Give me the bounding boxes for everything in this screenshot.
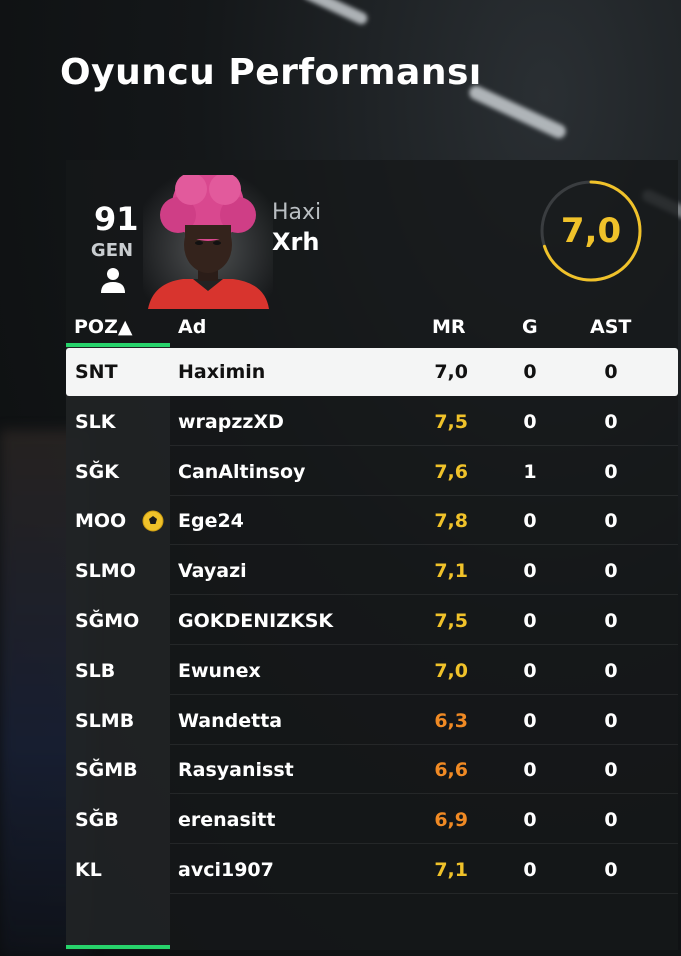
player-last-name: Xrh <box>272 228 320 256</box>
player-goals: 0 <box>523 659 537 682</box>
row-divider <box>170 444 678 446</box>
player-position: SLMB <box>75 709 135 732</box>
player-position: SĞK <box>75 460 120 483</box>
man-of-the-match-ball-icon <box>142 510 164 532</box>
player-name: Vayazi <box>178 560 247 583</box>
player-position: SLMO <box>75 560 136 583</box>
player-assists: 0 <box>604 709 618 732</box>
player-name: Haximin <box>178 361 266 383</box>
player-assists: 0 <box>604 610 618 632</box>
player-name: wrapzzXD <box>178 410 284 433</box>
player-match-rating: 7,6 <box>434 460 468 483</box>
table-row[interactable]: SLMO Vayazi 7,1 0 0 <box>66 547 678 596</box>
player-position: SLB <box>75 659 116 682</box>
page-title: Oyuncu Performansı <box>60 52 482 93</box>
player-position: SĞMO <box>75 610 140 632</box>
overall-rating: 91 <box>94 200 139 238</box>
player-goals: 0 <box>523 361 537 383</box>
player-avatar <box>143 175 273 309</box>
player-position: KL <box>75 859 102 881</box>
player-goals: 0 <box>523 510 537 533</box>
player-goals: 0 <box>523 809 537 832</box>
player-assists: 0 <box>604 460 618 483</box>
row-divider <box>170 644 678 645</box>
player-goals: 0 <box>523 610 537 632</box>
player-assists: 0 <box>604 560 618 583</box>
column-header-g[interactable]: G <box>522 316 538 338</box>
player-assists: 0 <box>604 659 618 682</box>
column-header-name[interactable]: Ad <box>178 316 206 338</box>
player-name: Ege24 <box>178 510 244 533</box>
player-name: erenasitt <box>178 809 276 832</box>
column-header-pos[interactable]: POZ▲ <box>74 316 132 338</box>
table-row[interactable]: SNT Haximin 7,0 0 0 <box>66 348 678 396</box>
table-row[interactable]: SĞMO GOKDENIZKSK 7,5 0 0 <box>66 597 678 645</box>
sort-indicator <box>66 343 170 347</box>
player-assists: 0 <box>604 859 618 881</box>
table-row[interactable]: KL avci1907 7,1 0 0 <box>66 846 678 894</box>
player-assists: 0 <box>604 809 618 832</box>
person-icon[interactable] <box>99 266 127 294</box>
player-goals: 0 <box>523 560 537 583</box>
row-divider <box>170 893 678 894</box>
player-match-rating: 6,3 <box>434 709 468 732</box>
player-match-rating: 7,8 <box>434 510 468 533</box>
table-row[interactable]: SLB Ewunex 7,0 0 0 <box>66 647 678 695</box>
player-first-name: Haxi <box>272 200 322 225</box>
player-goals: 0 <box>523 410 537 433</box>
player-match-rating: 7,5 <box>434 410 468 433</box>
row-divider <box>170 544 678 546</box>
row-divider <box>170 693 678 695</box>
row-divider <box>170 494 678 496</box>
player-assists: 0 <box>604 759 618 782</box>
row-divider <box>170 743 678 745</box>
player-position: SLK <box>75 410 116 433</box>
player-assists: 0 <box>604 361 618 383</box>
player-match-rating: 6,9 <box>434 809 468 832</box>
row-divider <box>170 594 678 596</box>
table-row[interactable]: SĞMB Rasyanisst 6,6 0 0 <box>66 746 678 795</box>
player-position: SĞMB <box>75 759 138 782</box>
player-position: SNT <box>75 361 118 383</box>
player-match-rating: 7,0 <box>434 361 468 383</box>
player-assists: 0 <box>604 510 618 533</box>
overall-rating-label: GEN <box>90 240 134 261</box>
player-goals: 1 <box>523 460 537 483</box>
player-name: GOKDENIZKSK <box>178 610 334 632</box>
column-header-ast[interactable]: AST <box>590 316 631 338</box>
table-row[interactable]: SĞB erenasitt 6,9 0 0 <box>66 796 678 845</box>
player-position: SĞB <box>75 809 119 832</box>
player-name: Wandetta <box>178 709 283 732</box>
stadium-light <box>466 83 569 141</box>
column-header-mr[interactable]: MR <box>432 316 466 338</box>
player-match-rating: 7,1 <box>434 859 468 881</box>
player-assists: 0 <box>604 410 618 433</box>
table-row[interactable]: SLMB Wandetta 6,3 0 0 <box>66 697 678 745</box>
stadium-light <box>300 0 370 27</box>
table-row[interactable]: SLK wrapzzXD 7,5 0 0 <box>66 398 678 446</box>
player-match-rating: 7,1 <box>434 560 468 583</box>
player-match-rating: 7,0 <box>434 659 468 682</box>
row-divider <box>170 793 678 795</box>
match-rating-value: 7,0 <box>560 211 622 251</box>
table-header: POZ▲ Ad MR G AST <box>66 310 678 346</box>
player-match-rating: 6,6 <box>434 759 468 782</box>
scroll-accent <box>66 945 170 949</box>
player-name: Ewunex <box>178 659 261 682</box>
table-row[interactable]: SĞK CanAltinsoy 7,6 1 0 <box>66 448 678 496</box>
player-goals: 0 <box>523 859 537 881</box>
table-row[interactable]: MOO Ege24 7,8 0 0 <box>66 497 678 546</box>
player-name: Rasyanisst <box>178 759 294 782</box>
player-match-rating: 7,5 <box>434 610 468 632</box>
player-position: MOO <box>75 510 127 533</box>
player-goals: 0 <box>523 709 537 732</box>
row-divider <box>170 843 678 845</box>
player-name: avci1907 <box>178 859 274 881</box>
player-name: CanAltinsoy <box>178 460 306 483</box>
player-goals: 0 <box>523 759 537 782</box>
